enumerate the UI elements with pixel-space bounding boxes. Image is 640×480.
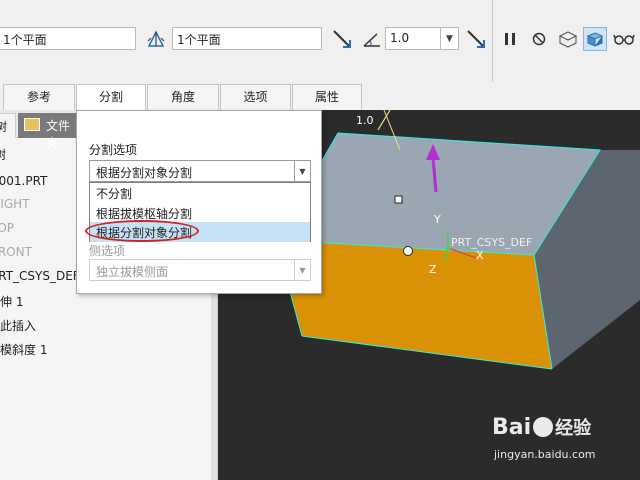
flip-direction-icon[interactable] [330, 27, 354, 51]
toolbar: 1个平面 1个平面 1.0 ▼ [0, 0, 640, 82]
csys-origin [446, 246, 450, 250]
angle-input[interactable]: 1.0 [385, 27, 441, 50]
tab-split[interactable]: 分割 [76, 84, 146, 111]
side-options-select: 独立拔模侧面 ▼ [89, 259, 311, 281]
csys-z-label: Z [429, 263, 437, 276]
tree-item-extrude[interactable]: 拉伸 1 [0, 293, 23, 313]
no-preview-icon[interactable] [527, 27, 551, 51]
tab-folder-browser[interactable]: 文件夹 [18, 113, 78, 150]
split-options-title: 分割选项 [89, 143, 138, 157]
csys-label: PRT_CSYS_DEF [451, 236, 533, 249]
flip-angle-icon[interactable] [464, 27, 488, 51]
option-no-split[interactable]: 不分割 [90, 183, 310, 203]
watermark-logo: Bai 经验 [492, 414, 591, 440]
pull-direction-field[interactable]: 1个平面 [172, 27, 322, 50]
tab-references[interactable]: 参考 [3, 84, 75, 110]
toolbar-separator [492, 0, 493, 82]
dimension-value[interactable]: 1.0 [356, 114, 374, 127]
tab-options[interactable]: 选项 [220, 84, 291, 110]
split-options-panel: 分割选项 根据分割对象分割 ▼ 不分割 根据拔模枢轴分割 根据分割对象分割 侧选… [76, 110, 322, 294]
tree-item-csys[interactable]: PRT_CSYS_DEF [0, 269, 80, 289]
draft-angle-icon [360, 27, 384, 51]
verify-preview-icon[interactable] [583, 27, 607, 51]
preview-geometry-icon[interactable] [556, 27, 580, 51]
chevron-down-icon: ▼ [294, 260, 310, 280]
csys-x-label: X [476, 249, 484, 262]
watermark-brand-tail: 经验 [555, 418, 592, 439]
tree-item-draft[interactable]: 拔模斜度 1 [0, 341, 47, 361]
highlight-ellipse [85, 220, 199, 242]
tree-item-right-plane[interactable]: RIGHT [0, 197, 30, 217]
csys-y-label: Y [434, 213, 441, 226]
tab-properties[interactable]: 属性 [292, 84, 362, 110]
tab-model-tree[interactable]: 树 [0, 113, 16, 138]
paw-icon [533, 417, 554, 437]
tree-root-label: 树 [0, 148, 7, 162]
side-options-title: 侧选项 [89, 244, 126, 258]
tab-folder-label: 文件夹 [46, 119, 71, 150]
tree-item-part[interactable]: 0001.PRT [0, 174, 47, 194]
angle-dropdown-icon[interactable]: ▼ [441, 27, 459, 50]
watermark-url: jingyan.baidu.com [494, 448, 596, 461]
glasses-preview-icon[interactable] [612, 27, 636, 51]
side-options-value: 独立拔模侧面 [96, 265, 169, 279]
tree-item-front-plane[interactable]: FRONT [0, 245, 32, 265]
pause-icon[interactable] [498, 27, 522, 51]
split-options-select[interactable]: 根据分割对象分割 ▼ [89, 160, 311, 182]
chevron-down-icon[interactable]: ▼ [294, 161, 310, 181]
tree-item-insert-here[interactable]: 在此插入 [0, 317, 36, 337]
draft-hinge-icon[interactable] [144, 27, 168, 51]
drag-handle-square[interactable] [394, 195, 403, 204]
tab-angles[interactable]: 角度 [147, 84, 219, 110]
folder-icon [24, 118, 40, 131]
reference-plane-field[interactable]: 1个平面 [0, 27, 136, 50]
drag-handle-circle[interactable] [403, 246, 413, 256]
watermark-brand: Bai [492, 415, 532, 440]
feature-tabs: 参考 分割 角度 选项 属性 [0, 84, 640, 111]
split-options-selected-value: 根据分割对象分割 [96, 166, 193, 180]
tree-item-top-plane[interactable]: TOP [0, 221, 14, 241]
